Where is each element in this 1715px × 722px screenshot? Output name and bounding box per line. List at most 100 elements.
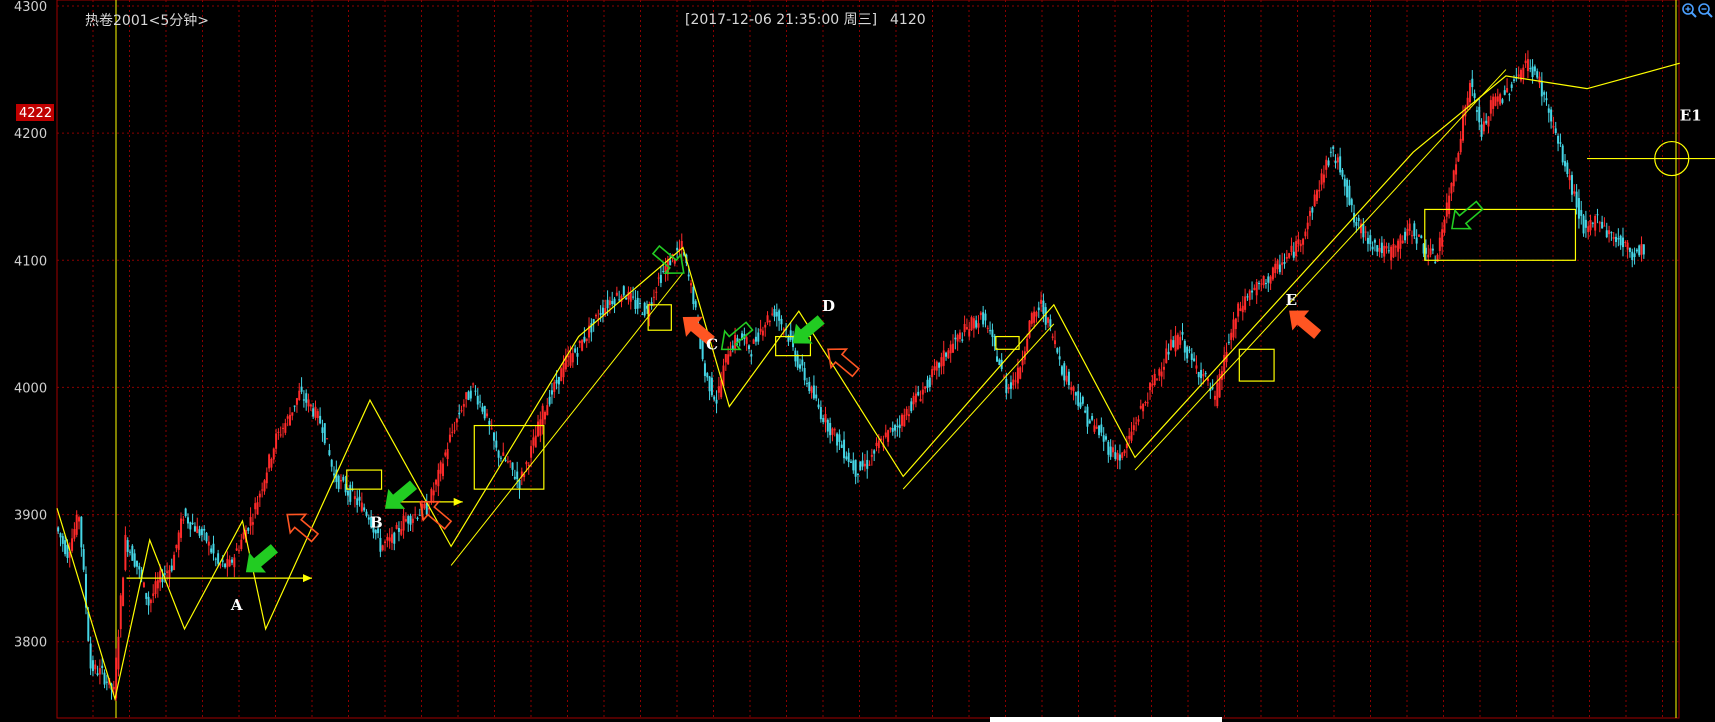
- candle-body: [991, 329, 994, 337]
- candle-body: [1088, 420, 1091, 424]
- candle-body: [435, 479, 438, 485]
- candle-body: [1603, 225, 1606, 227]
- candle-body: [1573, 191, 1576, 194]
- candle-body: [1431, 248, 1434, 251]
- candle-body: [861, 460, 864, 467]
- candle-body: [258, 493, 261, 498]
- candle-body: [1197, 371, 1200, 378]
- candle-body: [847, 452, 850, 463]
- candle-body: [775, 311, 778, 317]
- candle-body: [1628, 247, 1631, 252]
- candle-body: [569, 353, 572, 366]
- candle-body: [692, 286, 695, 305]
- candle-body: [541, 405, 544, 426]
- candle-body: [972, 318, 975, 329]
- candle-body: [400, 529, 403, 535]
- candle-body: [903, 414, 906, 427]
- candle-body: [316, 411, 319, 419]
- candle-body: [1195, 365, 1198, 369]
- candle-body: [1190, 353, 1193, 360]
- candle-body: [1570, 175, 1573, 195]
- candle-body: [747, 345, 750, 350]
- candle-body: [1383, 245, 1386, 257]
- candle-body: [1204, 373, 1207, 375]
- candle-body: [298, 390, 301, 400]
- candle-body: [78, 517, 81, 522]
- candle-body: [1179, 336, 1182, 345]
- candle-body: [261, 489, 264, 491]
- candle-body: [708, 376, 711, 392]
- candle-body: [66, 545, 69, 558]
- candle-body: [1334, 160, 1337, 164]
- point-label-c: C: [706, 335, 718, 353]
- candle-body: [191, 522, 194, 524]
- candle-body: [307, 399, 310, 407]
- candle-body: [1223, 354, 1226, 373]
- candle-body: [193, 526, 196, 532]
- candle-body: [1478, 106, 1481, 123]
- candle-body: [455, 418, 458, 423]
- candle-body: [460, 410, 463, 412]
- candle-body: [1591, 222, 1594, 224]
- candle-body: [898, 424, 901, 429]
- candle-body: [173, 554, 176, 571]
- candle-body: [1517, 74, 1520, 77]
- candle-body: [207, 541, 210, 546]
- candle-body: [1406, 228, 1409, 236]
- candle-body: [82, 549, 85, 570]
- candle-body: [952, 343, 955, 353]
- candle-body: [933, 366, 936, 371]
- candle-body: [961, 339, 964, 341]
- candle-body: [632, 296, 635, 298]
- candle-body: [1276, 260, 1279, 270]
- candle-body: [117, 636, 120, 670]
- candle-body: [105, 681, 108, 683]
- candle-body: [430, 489, 433, 503]
- candle-body: [233, 557, 236, 568]
- candle-body: [1411, 235, 1414, 237]
- candle-body: [1033, 311, 1036, 323]
- candle-body: [768, 320, 771, 322]
- candle-body: [615, 292, 618, 296]
- candle-body: [942, 350, 945, 366]
- candle-body: [180, 518, 183, 538]
- candle-body: [446, 449, 449, 460]
- candle-body: [1049, 319, 1052, 327]
- candle-body: [448, 434, 451, 442]
- candle-body: [476, 395, 479, 405]
- candle-body: [94, 664, 97, 670]
- candle-body: [954, 337, 957, 340]
- candle-body: [1107, 441, 1110, 455]
- candle-body: [326, 438, 329, 440]
- candle-body: [1494, 96, 1497, 106]
- candle-body: [1144, 402, 1147, 404]
- candle-body: [1369, 235, 1372, 245]
- candle-body: [1091, 416, 1094, 420]
- candle-body: [557, 377, 560, 385]
- candle-body: [1547, 108, 1550, 113]
- candle-body: [1188, 349, 1191, 351]
- candle-body: [488, 420, 491, 425]
- candle-body: [1387, 250, 1390, 252]
- candle-body: [1635, 249, 1638, 252]
- candle-body: [1318, 189, 1321, 192]
- candle-body: [752, 339, 755, 344]
- candle-body: [1174, 335, 1177, 352]
- candle-body: [986, 327, 989, 329]
- horizontal-scrollbar[interactable]: [990, 717, 1222, 722]
- candle-body: [571, 353, 574, 363]
- candle-body: [328, 450, 331, 456]
- candle-body: [1471, 78, 1474, 88]
- candle-body: [386, 536, 389, 541]
- candle-body: [1063, 363, 1066, 381]
- kline-chart[interactable]: 3800 3900 4000 4100 4200 4300 A B C D E E1 热卷2001<…: [0, 0, 1715, 722]
- candle-body: [926, 379, 929, 388]
- candle-body: [1598, 222, 1601, 224]
- candle-body: [1485, 120, 1488, 124]
- candle-body: [1552, 125, 1555, 128]
- candle-body: [562, 362, 565, 378]
- candle-body: [968, 329, 971, 337]
- candle-body: [831, 428, 834, 435]
- candle-body: [1536, 71, 1539, 78]
- candle-body: [956, 334, 959, 342]
